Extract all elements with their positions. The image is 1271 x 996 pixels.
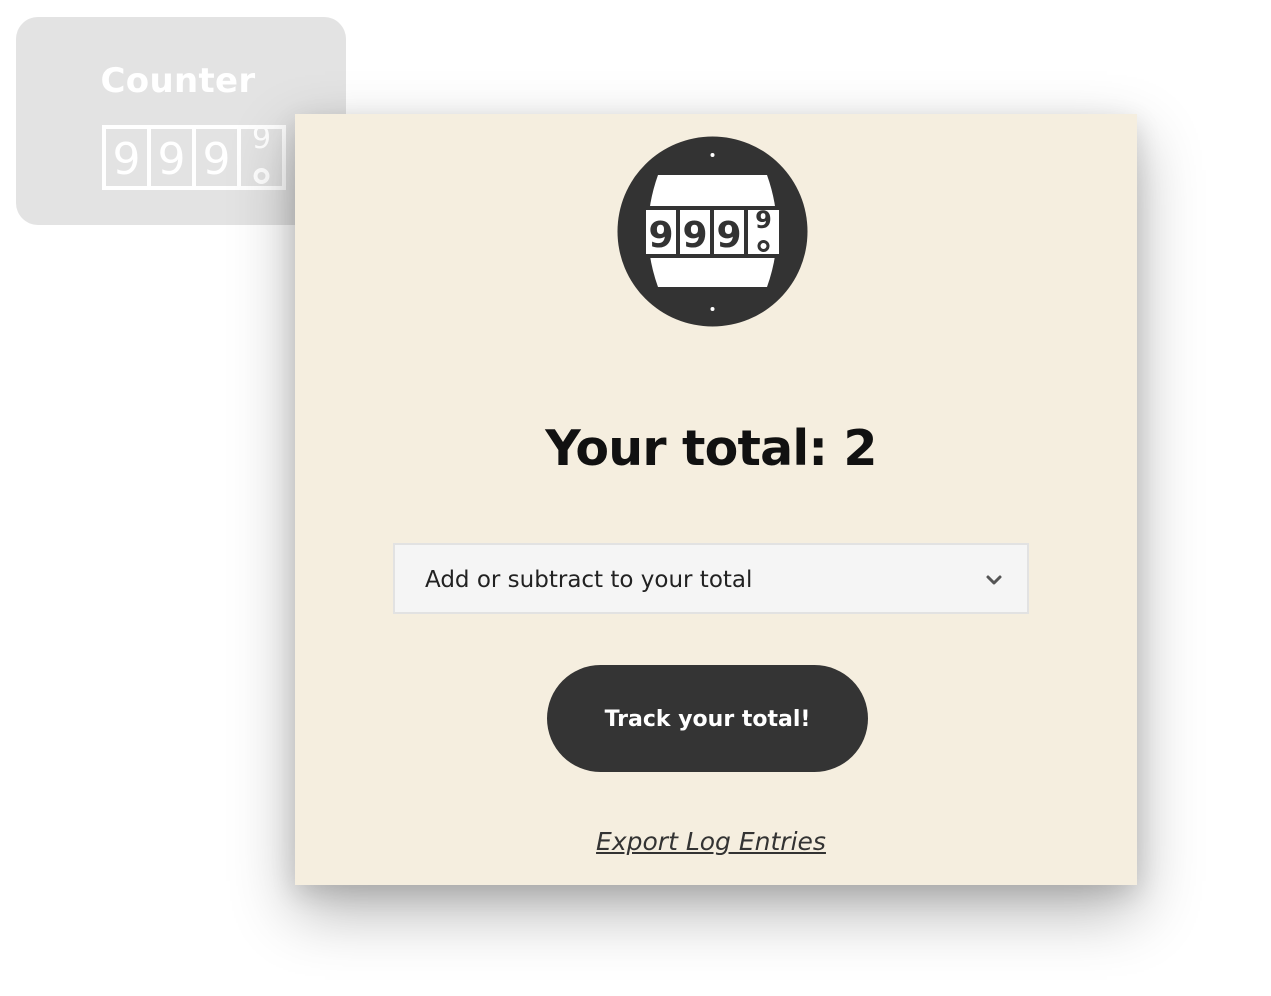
svg-text:9: 9	[682, 215, 707, 256]
svg-text:9: 9	[252, 124, 271, 156]
svg-text:9: 9	[158, 134, 186, 185]
export-log-entries-link[interactable]: Export Log Entries	[295, 825, 1127, 859]
svg-text:9: 9	[203, 134, 231, 185]
svg-text:9: 9	[716, 215, 741, 256]
svg-text:9: 9	[648, 215, 673, 256]
odometer-badge-icon: 9 9 9 9	[617, 136, 808, 327]
counter-tile-title: Counter	[100, 61, 256, 101]
total-heading: Your total: 2	[545, 420, 877, 477]
svg-text:9: 9	[113, 134, 141, 185]
adjust-total-select[interactable]: Add or subtract to your total	[393, 543, 1029, 614]
counter-card: 9 9 9 9 Your total: 2 Add or subtract to…	[295, 114, 1137, 885]
odometer-counter-icon: 9 9 9 9	[102, 121, 286, 197]
svg-text:9: 9	[755, 206, 772, 234]
adjust-total-select-value: Add or subtract to your total	[425, 567, 753, 593]
track-total-button[interactable]: Track your total!	[547, 665, 868, 772]
chevron-down-icon	[985, 571, 1003, 589]
